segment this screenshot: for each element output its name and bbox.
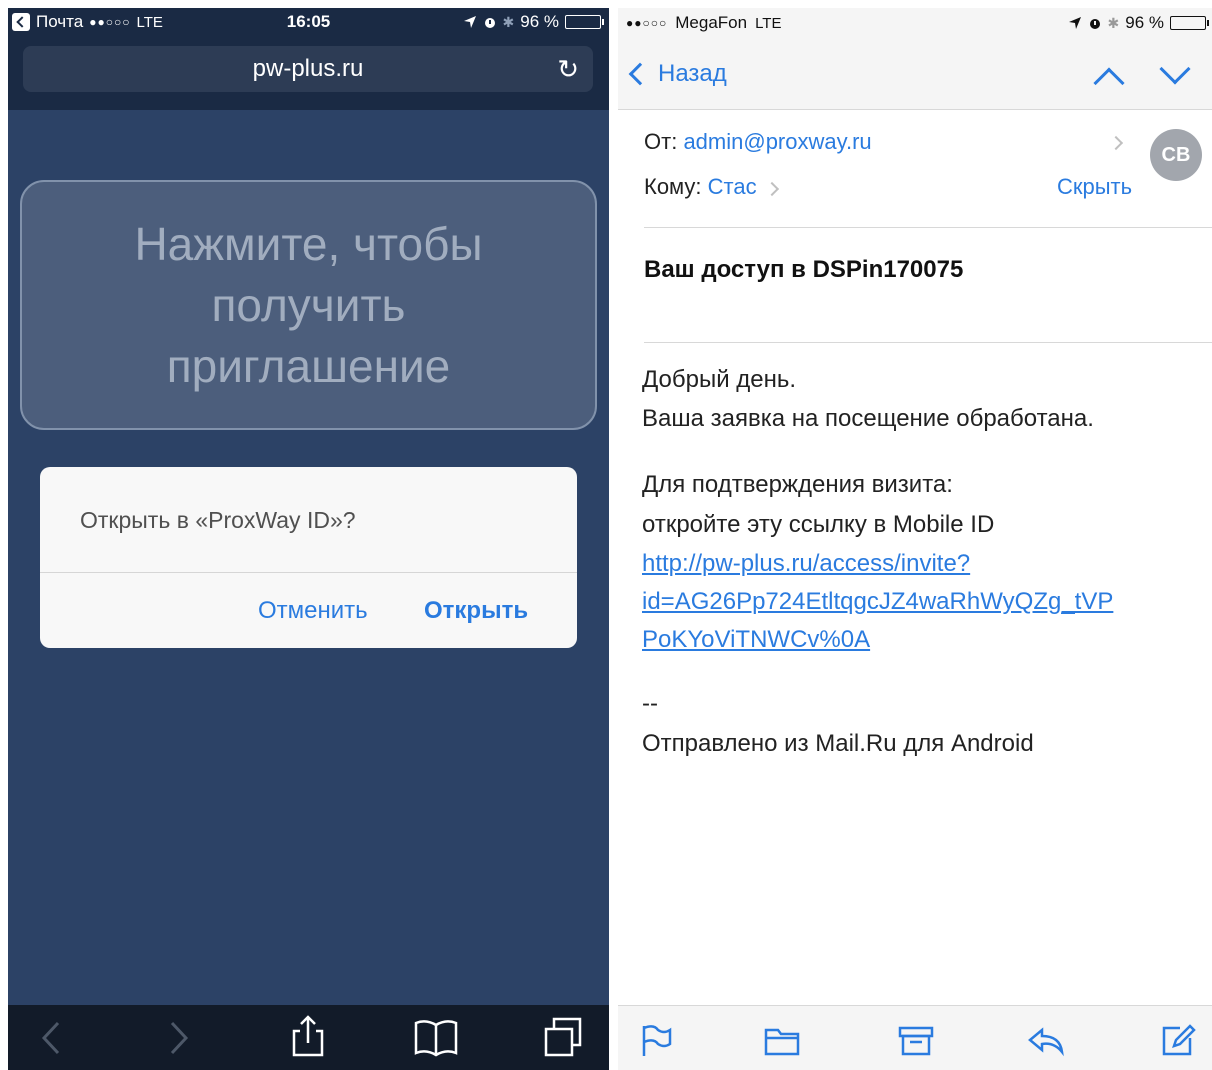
tabs-icon[interactable]: [534, 1005, 594, 1070]
status-bar: Почта ●●○○○ LTE 16:05 ✱ 96 %: [8, 8, 609, 38]
forward-icon[interactable]: [148, 1005, 208, 1070]
invite-button[interactable]: Нажмите, чтобы получить приглашение: [20, 180, 597, 430]
battery-icon: [565, 15, 604, 29]
body-line: Для подтверждения визита:: [642, 471, 953, 498]
folder-icon[interactable]: [762, 1020, 802, 1060]
hide-details-button[interactable]: Скрыть: [1057, 174, 1132, 200]
message-subject: Ваш доступ в DSPin170075: [644, 256, 964, 283]
from-label: От:: [644, 129, 678, 154]
back-button[interactable]: Назад: [628, 38, 727, 110]
open-in-app-alert: Открыть в «ProxWay ID»? Отменить Открыть: [40, 467, 577, 648]
chevron-right-icon: [764, 181, 779, 197]
back-icon[interactable]: [22, 1005, 82, 1070]
to-recipient[interactable]: Стас: [708, 174, 757, 199]
alert-buttons: Отменить Открыть: [40, 573, 577, 648]
location-icon: [1068, 17, 1081, 29]
signature: Отправлено из Mail.Ru для Android: [642, 730, 1034, 757]
address-bar-area: pw-plus.ru ↻: [8, 38, 609, 110]
archive-icon[interactable]: [896, 1020, 936, 1060]
url-text: pw-plus.ru: [252, 55, 364, 82]
invite-link[interactable]: http://pw-plus.ru/access/invite?: [642, 550, 970, 578]
alarm-icon: [484, 18, 495, 28]
invite-text: Нажмите, чтобы получить приглашение: [134, 217, 483, 392]
safari-screen: Почта ●●○○○ LTE 16:05 ✱ 96 % pw-plus.ru …: [8, 8, 609, 1070]
alert-message: Открыть в «ProxWay ID»?: [40, 467, 577, 573]
cancel-button[interactable]: Отменить: [258, 573, 368, 648]
previous-message-icon[interactable]: [1093, 67, 1125, 99]
back-label: Назад: [658, 60, 727, 87]
divider: [644, 227, 1212, 228]
mail-screen: ●●○○○ MegaFon LTE ✱ 96 % Назад От: admin…: [618, 8, 1212, 1070]
status-right: ✱ 96 %: [1068, 13, 1209, 33]
to-row: Кому: Стас: [644, 174, 779, 200]
battery-icon: [1170, 16, 1209, 30]
chevron-left-icon: [628, 62, 652, 86]
status-right: ✱ 96 %: [463, 12, 604, 32]
body-line: Ваша заявка на посещение обработана.: [642, 405, 1094, 432]
signal-icon: ●●○○○: [626, 16, 668, 30]
from-address[interactable]: admin@proxway.ru: [683, 129, 871, 154]
reload-icon[interactable]: ↻: [557, 46, 579, 92]
flag-icon[interactable]: [636, 1020, 676, 1060]
battery-label: 96 %: [1125, 13, 1164, 32]
share-icon[interactable]: [278, 1005, 338, 1070]
from-row: От: admin@proxway.ru: [644, 129, 872, 155]
address-bar[interactable]: pw-plus.ru ↻: [23, 46, 593, 92]
open-button[interactable]: Открыть: [424, 573, 528, 648]
location-icon: [463, 16, 476, 28]
mail-toolbar: [618, 1005, 1212, 1070]
reply-icon[interactable]: [1026, 1020, 1066, 1060]
bookmarks-icon[interactable]: [406, 1005, 466, 1070]
bluetooth-icon: ✱: [502, 13, 515, 30]
invite-link[interactable]: id=AG26Pp724EtltqgcJZ4waRhWyQZg_tVP: [642, 588, 1113, 616]
chevron-right-icon: [1108, 135, 1124, 151]
safari-toolbar: [8, 1005, 609, 1070]
carrier-label: MegaFon: [675, 13, 748, 32]
status-bar: ●●○○○ MegaFon LTE ✱ 96 %: [618, 8, 1212, 38]
divider: [644, 342, 1212, 343]
body-greeting: Добрый день.: [642, 366, 797, 393]
network-label: LTE: [755, 14, 782, 32]
battery-label: 96 %: [520, 12, 559, 31]
body-line: откройте эту ссылку в Mobile ID: [642, 511, 995, 538]
invite-link[interactable]: PoKYoViTNWCv%0A: [642, 626, 870, 654]
mail-nav-bar: Назад: [618, 38, 1212, 110]
status-left: ●●○○○ MegaFon LTE: [626, 13, 781, 33]
bluetooth-icon: ✱: [1107, 14, 1120, 31]
next-message-icon[interactable]: [1159, 53, 1191, 85]
compose-icon[interactable]: [1158, 1020, 1198, 1060]
avatar: CB: [1150, 129, 1202, 181]
to-label: Кому:: [644, 174, 702, 199]
alarm-icon: [1089, 19, 1100, 29]
signature-separator: --: [642, 690, 658, 717]
